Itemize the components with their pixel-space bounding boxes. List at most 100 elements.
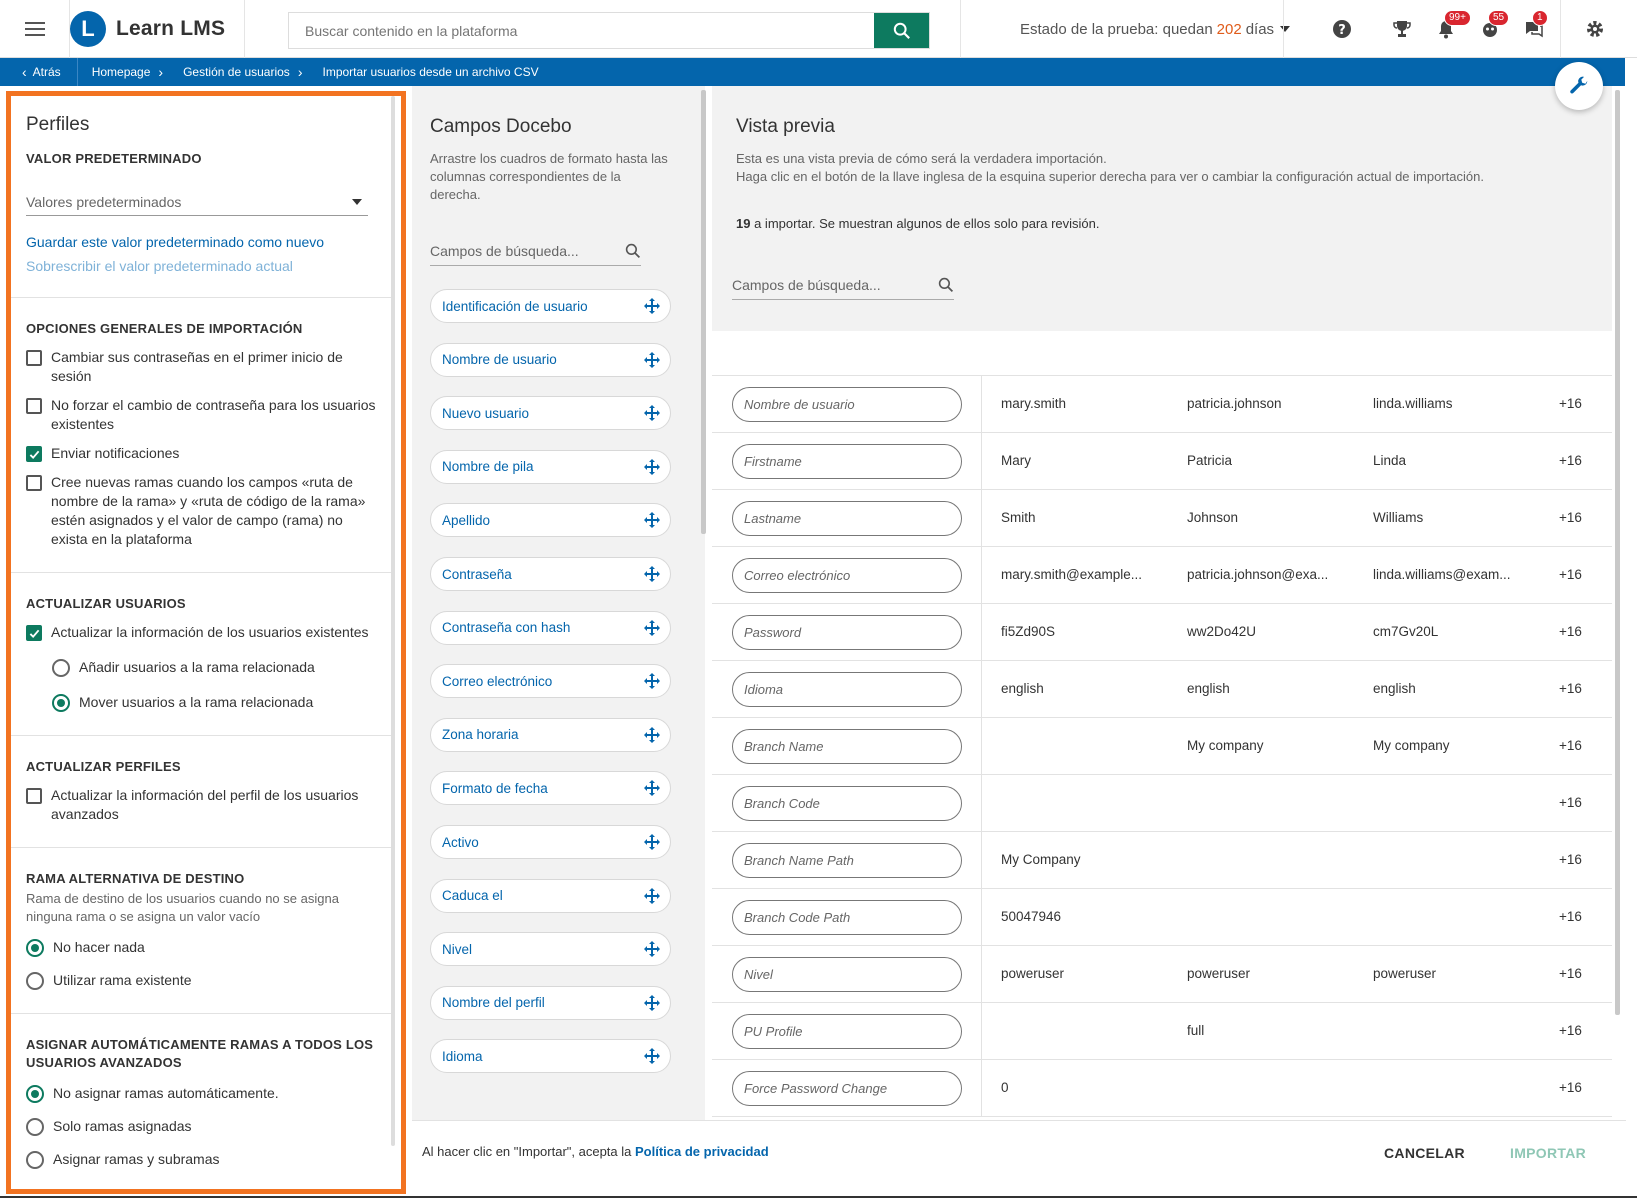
option-create-branches[interactable]: Cree nuevas ramas cuando los campos «rut…: [26, 473, 376, 549]
radio-branches-and-subbranches[interactable]: Asignar ramas y subramas: [26, 1150, 376, 1169]
column-mapping-dropzone[interactable]: Lastname: [732, 501, 962, 536]
field-card[interactable]: Nombre de pila: [430, 449, 671, 484]
move-icon[interactable]: [644, 619, 660, 636]
column-mapping-dropzone[interactable]: Idioma: [732, 672, 962, 707]
radio-assigned-branches-only[interactable]: Solo ramas asignadas: [26, 1117, 376, 1136]
radio-add-to-branch[interactable]: Añadir usuarios a la rama relacionada: [52, 658, 376, 677]
field-card[interactable]: Contraseña: [430, 557, 671, 591]
table-row: Force Password Change 0 +16: [712, 1060, 1612, 1117]
column-mapping-dropzone[interactable]: Force Password Change: [732, 1071, 962, 1106]
bell-icon[interactable]: 99+: [1434, 10, 1471, 41]
radio-do-nothing[interactable]: No hacer nada: [26, 938, 376, 957]
column-mapping-dropzone[interactable]: Correo electrónico: [732, 558, 962, 593]
column-mapping-dropzone[interactable]: Nombre de usuario: [732, 387, 962, 422]
column-mapping-dropzone[interactable]: Nivel: [732, 957, 962, 992]
checkbox[interactable]: [26, 788, 42, 804]
column-mapping-dropzone[interactable]: PU Profile: [732, 1014, 962, 1049]
import-button[interactable]: IMPORTAR: [1510, 1145, 1586, 1161]
default-values-select[interactable]: Valores predeterminados: [26, 188, 368, 216]
fields-search-input[interactable]: Campos de búsqueda...: [430, 236, 641, 266]
search-button[interactable]: [874, 13, 929, 48]
radio[interactable]: [26, 972, 44, 990]
field-card[interactable]: Idioma: [430, 1039, 671, 1074]
field-card[interactable]: Nivel: [430, 932, 671, 967]
field-card[interactable]: Activo: [430, 825, 671, 859]
move-icon[interactable]: [644, 1048, 660, 1065]
radio-selected[interactable]: [26, 939, 44, 957]
field-card[interactable]: Contraseña con hash: [430, 610, 671, 645]
option-change-password-first-login[interactable]: Cambiar sus contraseñas en el primer ini…: [26, 348, 376, 386]
move-icon[interactable]: [644, 673, 660, 690]
preview-search-input[interactable]: Campos de búsqueda...: [732, 270, 954, 300]
back-link[interactable]: ‹ Atrás: [0, 58, 78, 86]
move-icon[interactable]: [644, 351, 660, 368]
move-icon[interactable]: [644, 566, 660, 582]
option-update-existing-users[interactable]: Actualizar la información de los usuario…: [26, 623, 376, 642]
field-card[interactable]: Apellido: [430, 503, 671, 538]
checkbox[interactable]: [26, 350, 42, 366]
field-card[interactable]: Formato de fecha: [430, 771, 671, 806]
move-icon[interactable]: [644, 780, 660, 797]
chat-icon[interactable]: 1: [1522, 10, 1548, 41]
column-mapping-dropzone[interactable]: Branch Name Path: [732, 843, 962, 878]
field-card[interactable]: Identificación de usuario: [430, 289, 671, 323]
move-icon[interactable]: [644, 887, 660, 904]
left-scrollbar[interactable]: [391, 96, 395, 1146]
move-icon[interactable]: [644, 405, 660, 422]
checkbox[interactable]: [26, 398, 42, 414]
radio-no-auto-assign[interactable]: No asignar ramas automáticamente.: [26, 1084, 376, 1103]
field-card[interactable]: Caduca el: [430, 878, 671, 913]
column-mapping-dropzone[interactable]: Password: [732, 615, 962, 650]
column-mapping-dropzone[interactable]: Branch Code: [732, 786, 962, 821]
menu-icon[interactable]: [0, 0, 70, 58]
cancel-button[interactable]: CANCELAR: [1384, 1145, 1465, 1161]
trophy-icon[interactable]: [1390, 17, 1414, 41]
privacy-policy-link[interactable]: Política de privacidad: [635, 1144, 769, 1159]
global-search-input[interactable]: [289, 13, 874, 48]
radio[interactable]: [26, 1118, 44, 1136]
checkbox[interactable]: [26, 475, 42, 491]
radio-use-existing-branch[interactable]: Utilizar rama existente: [26, 971, 376, 990]
divider: [11, 847, 391, 848]
messages-badge: 55: [1488, 10, 1510, 26]
move-icon[interactable]: [644, 512, 660, 529]
move-icon[interactable]: [644, 458, 660, 475]
breadcrumb-item-import-csv: Importar usuarios desde un archivo CSV: [308, 65, 544, 79]
option-no-force-password-change[interactable]: No forzar el cambio de contraseña para l…: [26, 396, 376, 434]
field-card[interactable]: Nuevo usuario: [430, 396, 671, 431]
save-default-link[interactable]: Guardar este valor predeterminado como n…: [26, 234, 376, 250]
middle-scrollbar[interactable]: [701, 90, 706, 534]
radio-selected[interactable]: [52, 694, 70, 712]
checkbox-checked[interactable]: [26, 446, 42, 462]
import-settings-button[interactable]: [1555, 62, 1603, 110]
overwrite-default-link[interactable]: Sobrescribir el valor predeterminado act…: [26, 258, 376, 274]
logo[interactable]: L Learn LMS: [70, 0, 245, 58]
radio-selected[interactable]: [26, 1085, 44, 1103]
field-card[interactable]: Nombre de usuario: [430, 342, 671, 377]
radio-move-to-branch[interactable]: Mover usuarios a la rama relacionada: [52, 693, 376, 712]
right-scrollbar[interactable]: [1615, 90, 1620, 1015]
option-update-power-user-profiles[interactable]: Actualizar la información del perfil de …: [26, 786, 376, 824]
move-icon[interactable]: [644, 298, 660, 314]
checkbox-checked[interactable]: [26, 625, 42, 641]
breadcrumb-item-user-management[interactable]: Gestión de usuarios ›: [169, 64, 308, 80]
column-mapping-dropzone[interactable]: Branch Name: [732, 729, 962, 764]
radio[interactable]: [52, 659, 70, 677]
field-card[interactable]: Zona horaria: [430, 717, 671, 752]
column-mapping-dropzone[interactable]: Firstname: [732, 444, 962, 479]
move-icon[interactable]: [644, 941, 660, 958]
help-icon[interactable]: ?: [1330, 17, 1354, 41]
more-count: +16: [1559, 795, 1582, 810]
radio[interactable]: [26, 1151, 44, 1169]
messages-icon[interactable]: 55: [1478, 10, 1510, 41]
trial-status[interactable]: Estado de la prueba: quedan 202 días: [1020, 0, 1291, 58]
field-card[interactable]: Nombre del perfil: [430, 985, 671, 1020]
breadcrumb-item-homepage[interactable]: Homepage ›: [78, 64, 169, 80]
option-send-notifications[interactable]: Enviar notificaciones: [26, 444, 376, 463]
move-icon[interactable]: [644, 834, 660, 850]
gear-icon[interactable]: [1583, 17, 1607, 41]
move-icon[interactable]: [644, 994, 660, 1011]
column-mapping-dropzone[interactable]: Branch Code Path: [732, 900, 962, 935]
field-card[interactable]: Correo electrónico: [430, 664, 671, 699]
move-icon[interactable]: [644, 726, 660, 743]
